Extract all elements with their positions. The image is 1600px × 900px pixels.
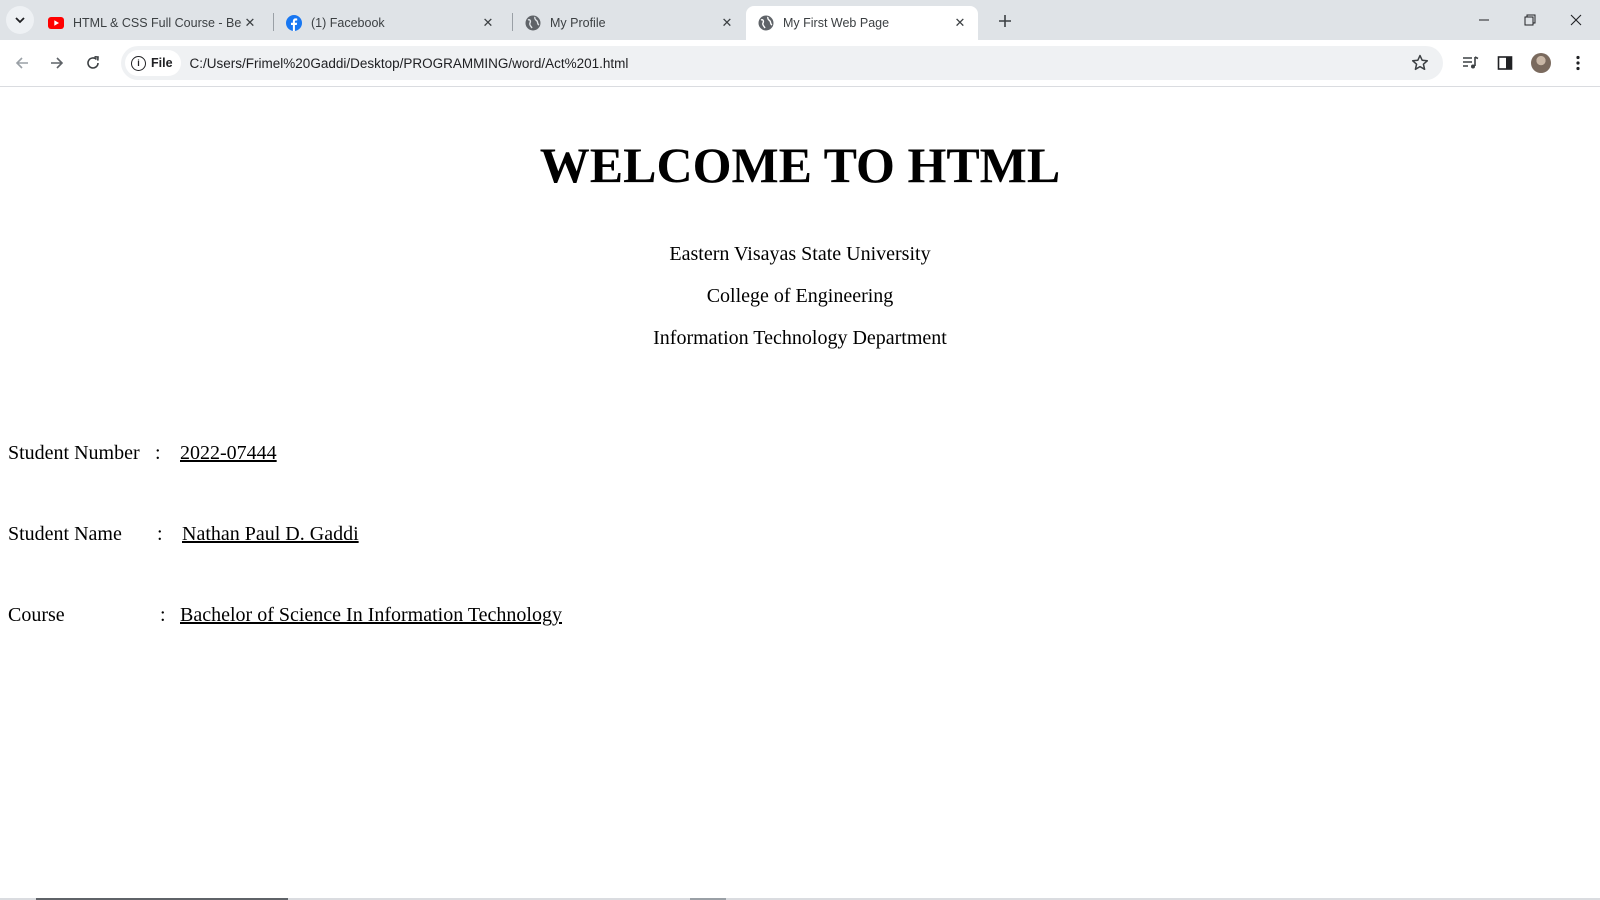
back-button[interactable] bbox=[7, 48, 37, 78]
close-icon bbox=[1570, 14, 1582, 26]
media-control-button[interactable] bbox=[1455, 48, 1485, 78]
close-window-button[interactable] bbox=[1553, 0, 1599, 40]
course-value: Bachelor of Science In Information Techn… bbox=[180, 604, 562, 626]
chevron-down-icon bbox=[15, 17, 25, 24]
field-separator: : bbox=[157, 523, 163, 545]
reload-icon bbox=[87, 56, 99, 69]
field-label: Course bbox=[8, 604, 65, 626]
youtube-icon bbox=[48, 15, 64, 31]
tab-strip: HTML & CSS Full Course - Begi ✕ (1) Face… bbox=[0, 0, 1600, 40]
restore-button[interactable] bbox=[1507, 0, 1553, 40]
site-info-chip[interactable]: i File bbox=[125, 50, 181, 76]
field-label: Student Number bbox=[8, 442, 140, 464]
close-icon[interactable]: ✕ bbox=[952, 15, 968, 31]
globe-icon bbox=[525, 15, 541, 31]
college-name: College of Engineering bbox=[706, 285, 894, 307]
menu-button[interactable] bbox=[1563, 48, 1593, 78]
minimize-button[interactable] bbox=[1461, 0, 1507, 40]
web-page-content: WELCOME TO HTML Eastern Visayas State Un… bbox=[0, 87, 1600, 900]
tab-title: (1) Facebook bbox=[311, 16, 385, 30]
close-icon[interactable]: ✕ bbox=[719, 15, 735, 31]
field-label: Student Name bbox=[8, 523, 122, 545]
side-panel-button[interactable] bbox=[1490, 48, 1520, 78]
globe-icon bbox=[758, 15, 774, 31]
site-info-label: File bbox=[151, 56, 173, 70]
media-playlist-icon bbox=[1463, 56, 1479, 69]
more-vert-icon bbox=[1576, 55, 1580, 71]
tab-my-profile[interactable]: My Profile ✕ bbox=[513, 6, 745, 40]
plus-icon bbox=[999, 15, 1011, 27]
reload-button[interactable] bbox=[78, 48, 108, 78]
avatar bbox=[1531, 53, 1551, 73]
arrow-left-icon bbox=[15, 57, 28, 69]
new-tab-button[interactable] bbox=[992, 8, 1018, 34]
student-number-value: 2022-07444 bbox=[180, 442, 277, 464]
bookmark-star-icon[interactable] bbox=[1411, 54, 1429, 72]
restore-icon bbox=[1524, 14, 1536, 26]
field-separator: : bbox=[160, 604, 166, 626]
tab-title: My Profile bbox=[550, 16, 606, 30]
arrow-right-icon bbox=[51, 57, 64, 69]
university-name: Eastern Visayas State University bbox=[669, 243, 931, 265]
tab-title: My First Web Page bbox=[783, 16, 890, 30]
tab-my-first-web-page[interactable]: My First Web Page ✕ bbox=[746, 6, 978, 40]
minimize-icon bbox=[1479, 19, 1489, 21]
page-heading: WELCOME TO HTML bbox=[539, 137, 1061, 193]
profile-button[interactable] bbox=[1526, 48, 1556, 78]
tab-youtube[interactable]: HTML & CSS Full Course - Begi ✕ bbox=[36, 6, 268, 40]
browser-toolbar: i File C:/Users/Frimel%20Gaddi/Desktop/P… bbox=[0, 40, 1600, 87]
tab-facebook[interactable]: (1) Facebook ✕ bbox=[274, 6, 506, 40]
close-icon[interactable]: ✕ bbox=[480, 15, 496, 31]
info-icon: i bbox=[131, 55, 146, 71]
address-bar[interactable]: i File C:/Users/Frimel%20Gaddi/Desktop/P… bbox=[121, 46, 1443, 80]
tab-search-button[interactable] bbox=[6, 6, 34, 34]
student-name-value: Nathan Paul D. Gaddi bbox=[182, 523, 359, 545]
tab-title: HTML & CSS Full Course - Begi bbox=[73, 16, 242, 30]
forward-button[interactable] bbox=[42, 48, 72, 78]
side-panel-icon bbox=[1497, 56, 1513, 70]
url-text[interactable]: C:/Users/Frimel%20Gaddi/Desktop/PROGRAMM… bbox=[190, 56, 629, 71]
close-icon[interactable]: ✕ bbox=[242, 15, 258, 31]
department-name: Information Technology Department bbox=[653, 327, 947, 349]
facebook-icon bbox=[286, 15, 302, 31]
field-separator: : bbox=[155, 442, 161, 464]
